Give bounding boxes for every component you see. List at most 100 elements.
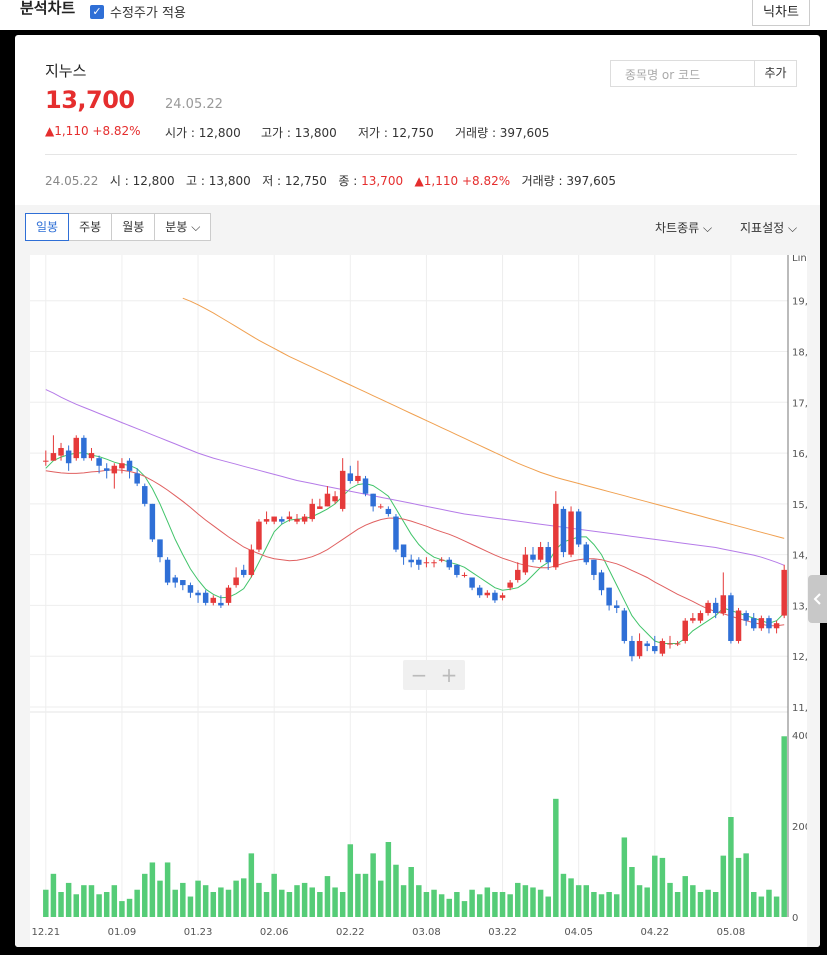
volume-bar (575, 885, 582, 917)
volume-bar (766, 889, 772, 917)
zoom-out-icon[interactable]: − (411, 663, 428, 687)
candle-body (537, 547, 544, 560)
candle-body (294, 519, 300, 522)
tab-daily[interactable]: 일봉 (25, 213, 70, 241)
candle-body (484, 592, 491, 596)
add-button[interactable]: 추가 (755, 60, 797, 87)
volume-bar (781, 736, 787, 917)
candle-body (499, 595, 506, 598)
period-tabs: 일봉 주봉 월봉 분봉 ⌵ (25, 213, 212, 241)
candle-body (659, 640, 666, 654)
stock-search-input[interactable]: 종목명 or 코드 (610, 60, 755, 87)
volume-tick-label: 200,000 (792, 822, 807, 833)
volume-bar (339, 892, 346, 917)
tab-weekly[interactable]: 주봉 (69, 213, 113, 241)
app-frame: 분석차트 ✓ 수정주가 적용 닉차트 지누스 13,700 24.05.22 ▲… (0, 0, 827, 955)
volume-bar (119, 901, 125, 917)
volume-bar (545, 896, 551, 917)
candle-body (134, 473, 140, 484)
volume-bar (438, 894, 445, 917)
date-tick-label: 02.06 (260, 927, 289, 938)
candle-body (88, 453, 95, 459)
adjusted-price-checkbox[interactable]: ✓ (90, 5, 104, 19)
volume-bar (751, 892, 757, 917)
candle-body (530, 554, 536, 560)
chart-area: 일봉 주봉 월봉 분봉 ⌵ 차트종류 ⌵ 지표설정 ⌵ 11,000 12,000… (15, 205, 820, 947)
volume-bar (515, 882, 521, 917)
candle-body (758, 618, 765, 629)
candle-body (202, 592, 209, 603)
date-tick-label: 04.05 (564, 927, 593, 938)
high-label: 고가 (261, 126, 284, 140)
candle-body (248, 549, 255, 575)
side-panel-handle[interactable] (808, 575, 827, 623)
volume-bar (332, 887, 338, 917)
candle-body (438, 559, 445, 561)
volume-bar (134, 889, 140, 917)
chevron-down-icon: ⌵ (191, 220, 201, 234)
volume-bar (629, 867, 635, 917)
volume-bar (248, 853, 255, 917)
candle-body (180, 580, 186, 586)
volume-bar (149, 862, 156, 917)
chart-plot[interactable]: 11,000 12,000 13,000 14,000 15,000 16,000 17,0… (30, 255, 807, 947)
candle-body (256, 521, 262, 550)
volume-bar (423, 892, 430, 917)
volume-bar (636, 885, 643, 917)
volume-bar (553, 798, 559, 917)
scale-label: Linear (792, 255, 807, 264)
volume-bar (317, 892, 323, 917)
candle-body (301, 516, 308, 522)
top-right-button[interactable]: 닉차트 (752, 0, 810, 26)
volume-bar (735, 857, 742, 917)
price-volume-chart[interactable]: 11,000 12,000 13,000 14,000 15,000 16,000 17,0… (30, 255, 807, 947)
candle-body (652, 646, 658, 652)
candle-body (385, 508, 392, 515)
day-close-label: 종 : (338, 174, 358, 188)
candle-body (43, 460, 49, 462)
candle-body (332, 496, 338, 502)
candle-body (157, 539, 163, 558)
candle-body (507, 582, 513, 588)
volume-bar (667, 882, 673, 917)
candle-body (446, 559, 452, 568)
volume-bar (522, 885, 529, 917)
candle-body (598, 572, 605, 591)
volume-bar (484, 887, 491, 917)
volume-bar (507, 894, 513, 917)
candle-body (712, 602, 719, 614)
tab-minute[interactable]: 분봉 ⌵ (155, 213, 212, 241)
tab-monthly[interactable]: 월봉 (112, 213, 156, 241)
price-tick-label: 18,000 (792, 347, 807, 358)
zoom-in-icon[interactable]: + (441, 663, 458, 687)
candle-body (111, 465, 118, 474)
volume-bar (659, 857, 666, 917)
date-tick-label: 03.22 (488, 927, 517, 938)
volume-bar (225, 889, 232, 917)
volume-value: 397,605 (499, 126, 550, 140)
candle-body (667, 643, 673, 645)
chart-type-menu[interactable]: 차트종류 ⌵ (655, 219, 712, 236)
volume-bar (652, 855, 658, 917)
candle-body (781, 569, 787, 616)
volume-bar (233, 880, 239, 917)
volume-label: 거래량 (455, 126, 489, 140)
volume-bar (606, 892, 612, 917)
volume-bar (157, 880, 163, 917)
tab-minute-label: 분봉 (165, 220, 188, 234)
candle-body (400, 544, 407, 558)
candle-body (743, 613, 749, 621)
date-tick-label: 01.09 (108, 927, 137, 938)
volume-bar (355, 873, 361, 917)
candle-body (81, 437, 87, 459)
candle-body (613, 605, 620, 608)
indicator-settings-menu[interactable]: 지표설정 ⌵ (740, 219, 797, 236)
volume-bar (583, 885, 590, 917)
day-date: 24.05.22 (45, 174, 99, 188)
candle-body (728, 595, 734, 641)
volume-bar (58, 892, 64, 917)
volume-bar (210, 892, 217, 917)
volume-bar (644, 887, 650, 917)
volume-bar (256, 882, 262, 917)
volume-bar (530, 887, 536, 917)
